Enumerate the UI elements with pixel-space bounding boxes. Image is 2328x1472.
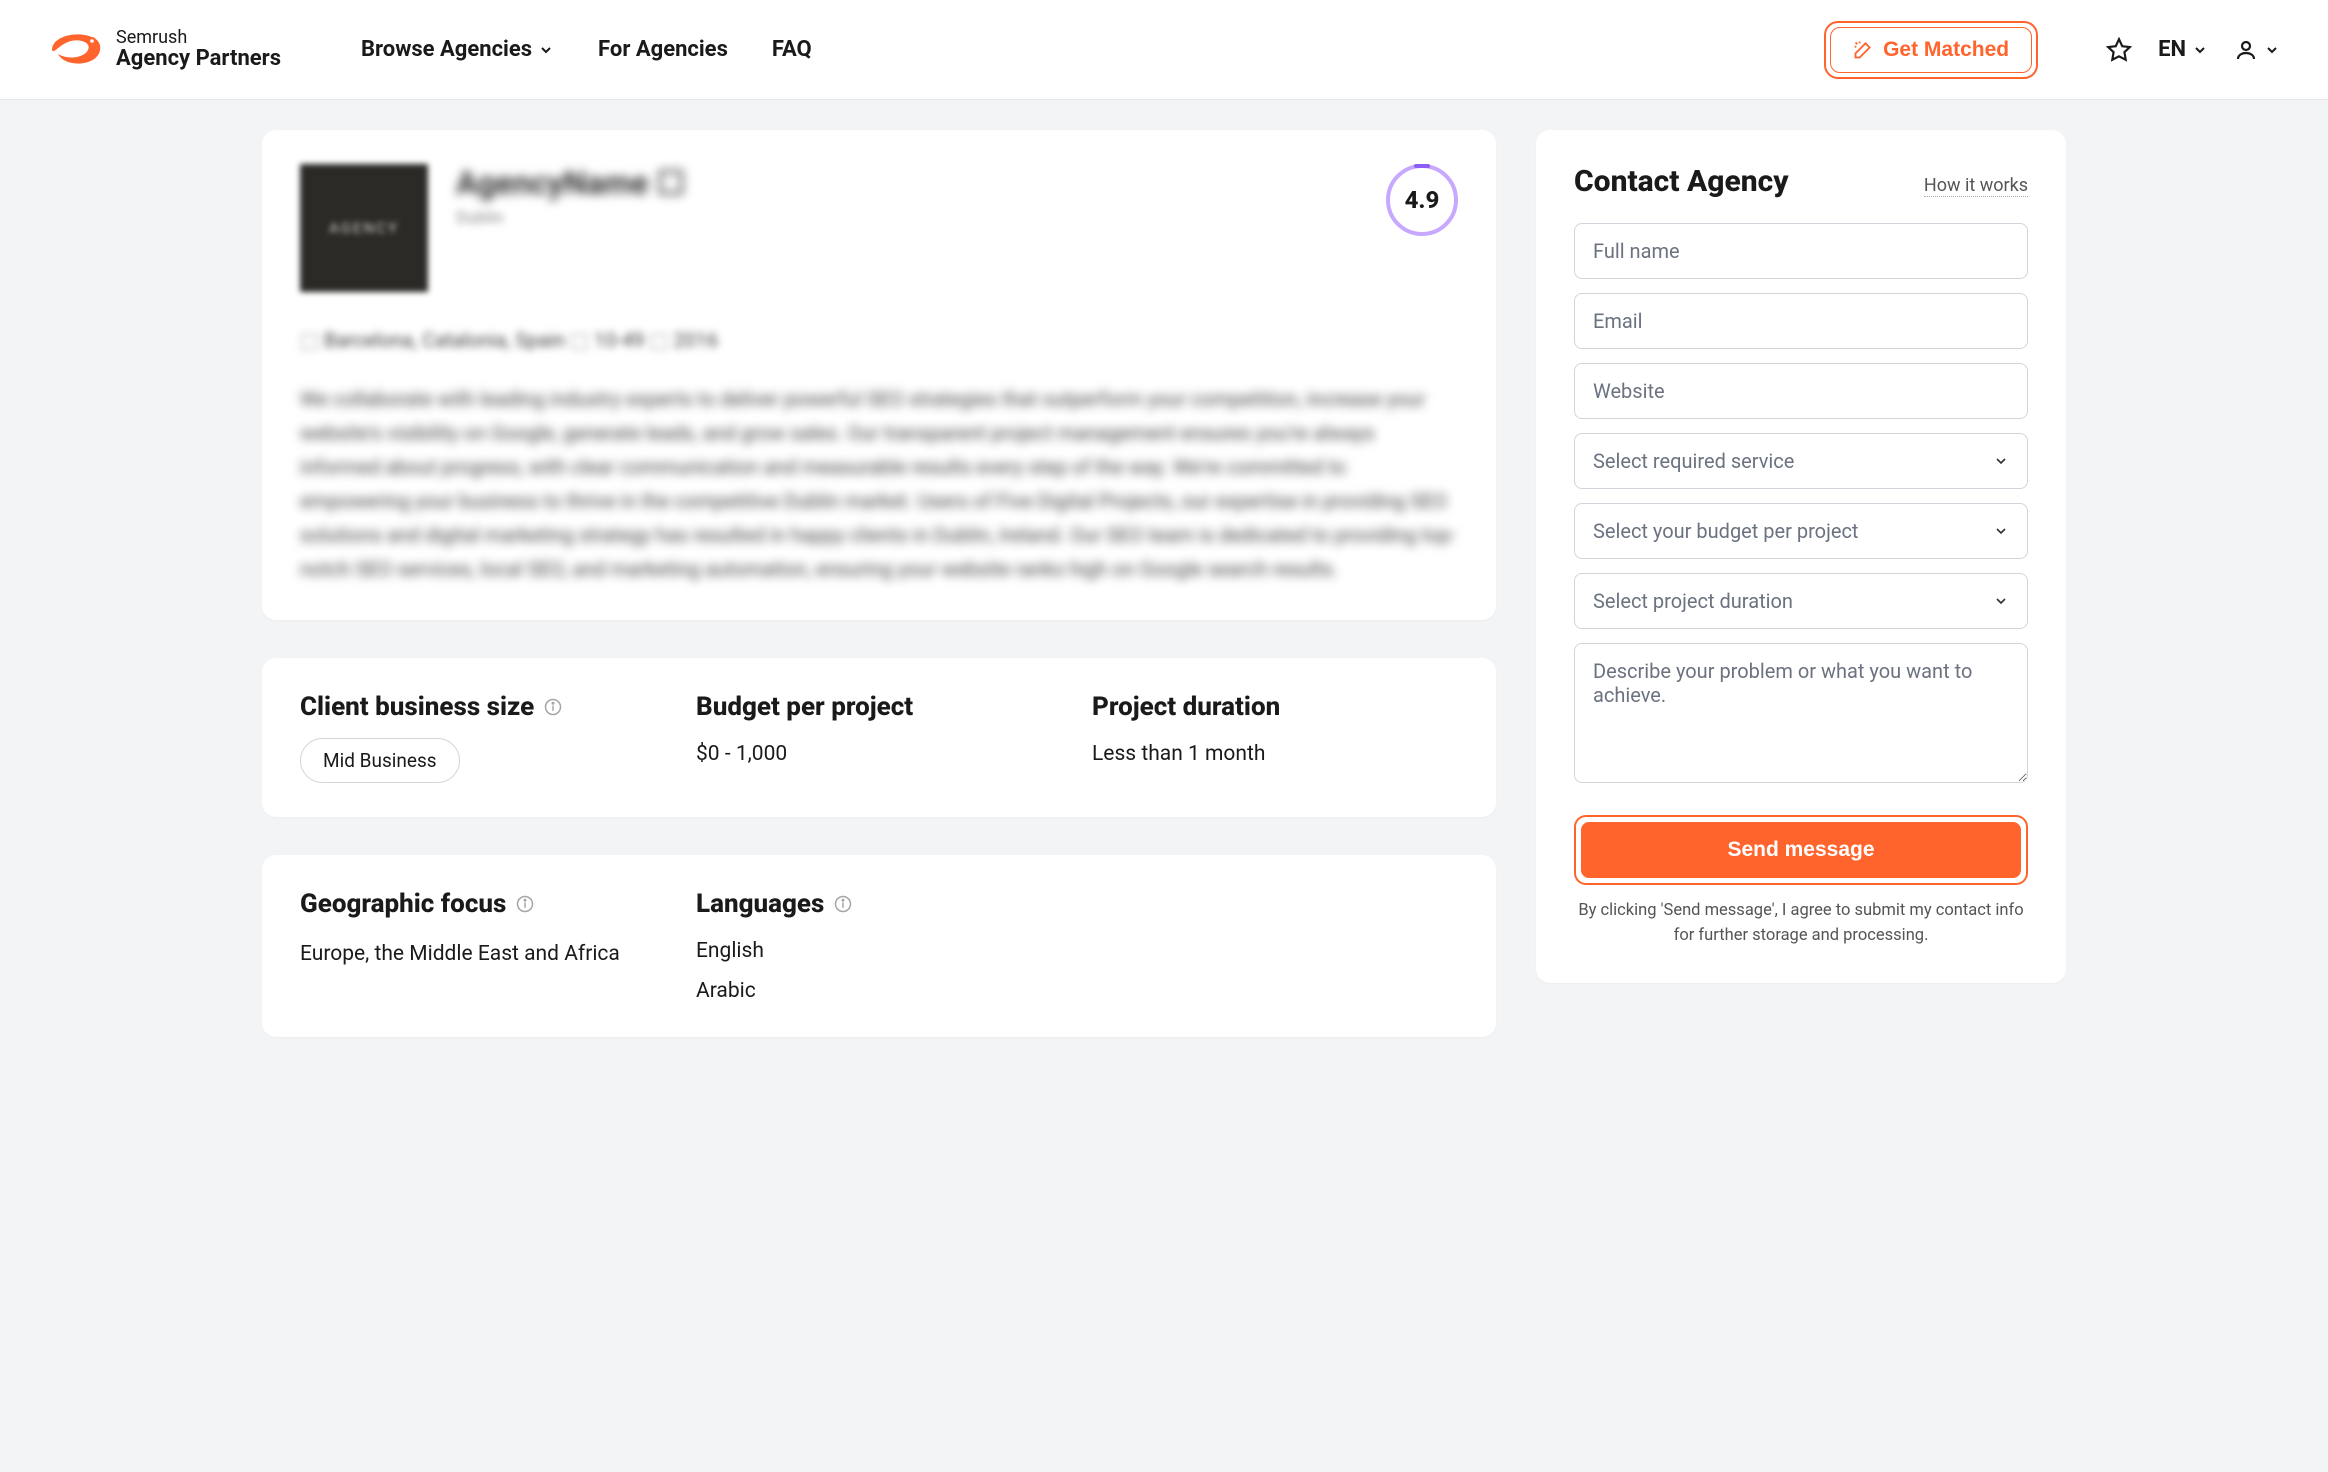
header: Semrush Agency Partners Browse Agencies … (0, 0, 2328, 100)
lang-list: English Arabic (696, 939, 1062, 1003)
contact-title: Contact Agency (1574, 164, 1789, 199)
client-size-pill[interactable]: Mid Business (300, 738, 460, 783)
describe-textarea[interactable] (1574, 643, 2028, 783)
get-matched-button[interactable]: Get Matched (1830, 27, 2032, 73)
wand-icon (1853, 40, 1873, 60)
lang-item: English (696, 939, 1062, 963)
logo-text: Semrush Agency Partners (116, 28, 281, 72)
info-icon[interactable] (834, 895, 852, 913)
geo-lang-card: Geographic focus Europe, the Middle East… (262, 855, 1496, 1037)
nav-browse-label: Browse Agencies (361, 37, 532, 62)
geo-title: Geographic focus (300, 889, 666, 919)
chevron-down-icon (538, 42, 554, 58)
chevron-down-icon (2192, 42, 2208, 58)
agency-description: We collaborate with leading industry exp… (300, 382, 1458, 586)
nav: Browse Agencies For Agencies FAQ (361, 37, 812, 62)
duration-title: Project duration (1092, 692, 1458, 722)
header-right: EN (2106, 37, 2280, 63)
client-size-title: Client business size (300, 692, 666, 722)
nav-for-agencies[interactable]: For Agencies (598, 37, 728, 62)
logo-bottom: Agency Partners (116, 47, 281, 71)
budget-select[interactable]: Select your budget per project (1574, 503, 2028, 559)
get-matched-highlight: Get Matched (1824, 21, 2038, 79)
logo-top: Semrush (116, 28, 281, 48)
budget-title: Budget per project (696, 692, 1062, 722)
geo-label: Geographic focus (300, 889, 506, 919)
language-selector[interactable]: EN (2158, 37, 2208, 62)
service-select[interactable]: Select required service (1574, 433, 2028, 489)
lang-label: Languages (696, 889, 824, 919)
contact-agency-card: Contact Agency How it works Select requi… (1536, 130, 2066, 983)
send-highlight: Send message (1574, 815, 2028, 885)
client-size-label: Client business size (300, 692, 534, 722)
duration-value: Less than 1 month (1092, 742, 1458, 766)
lang-title: Languages (696, 889, 1062, 919)
logo[interactable]: Semrush Agency Partners (48, 28, 281, 72)
nav-browse-agencies[interactable]: Browse Agencies (361, 37, 554, 62)
user-icon (2234, 38, 2258, 62)
favorites-button[interactable] (2106, 37, 2132, 63)
lang-label: EN (2158, 37, 2186, 62)
get-matched-label: Get Matched (1883, 38, 2009, 62)
semrush-swirl-icon (48, 28, 104, 72)
lang-item: Arabic (696, 979, 1062, 1003)
info-icon[interactable] (516, 895, 534, 913)
full-name-input[interactable] (1574, 223, 2028, 279)
website-input[interactable] (1574, 363, 2028, 419)
star-icon (2106, 37, 2132, 63)
nav-faq[interactable]: FAQ (772, 37, 812, 62)
rating-badge: 4.9 (1386, 164, 1458, 236)
how-it-works-link[interactable]: How it works (1924, 175, 2028, 197)
agency-meta: ⬚ Barcelona, Catalonia, Spain ⬚ 10-49 ⬚ … (300, 328, 1458, 352)
info-icon[interactable] (544, 698, 562, 716)
duration-select[interactable]: Select project duration (1574, 573, 2028, 629)
agency-details-card: Client business size Mid Business Budget… (262, 658, 1496, 817)
agency-logo: AGENCY (300, 164, 428, 292)
agency-name: AgencyName ☐ (456, 164, 685, 202)
chevron-down-icon (2264, 42, 2280, 58)
email-input[interactable] (1574, 293, 2028, 349)
agency-subtitle: Dublin (456, 208, 685, 228)
user-menu[interactable] (2234, 38, 2280, 62)
agency-profile-card: AGENCY AgencyName ☐ Dublin 4.9 ⬚ Barcelo… (262, 130, 1496, 620)
disclaimer-text: By clicking 'Send message', I agree to s… (1574, 899, 2028, 949)
geo-value: Europe, the Middle East and Africa (300, 939, 620, 971)
send-message-button[interactable]: Send message (1581, 822, 2021, 878)
budget-value: $0 - 1,000 (696, 742, 1062, 766)
